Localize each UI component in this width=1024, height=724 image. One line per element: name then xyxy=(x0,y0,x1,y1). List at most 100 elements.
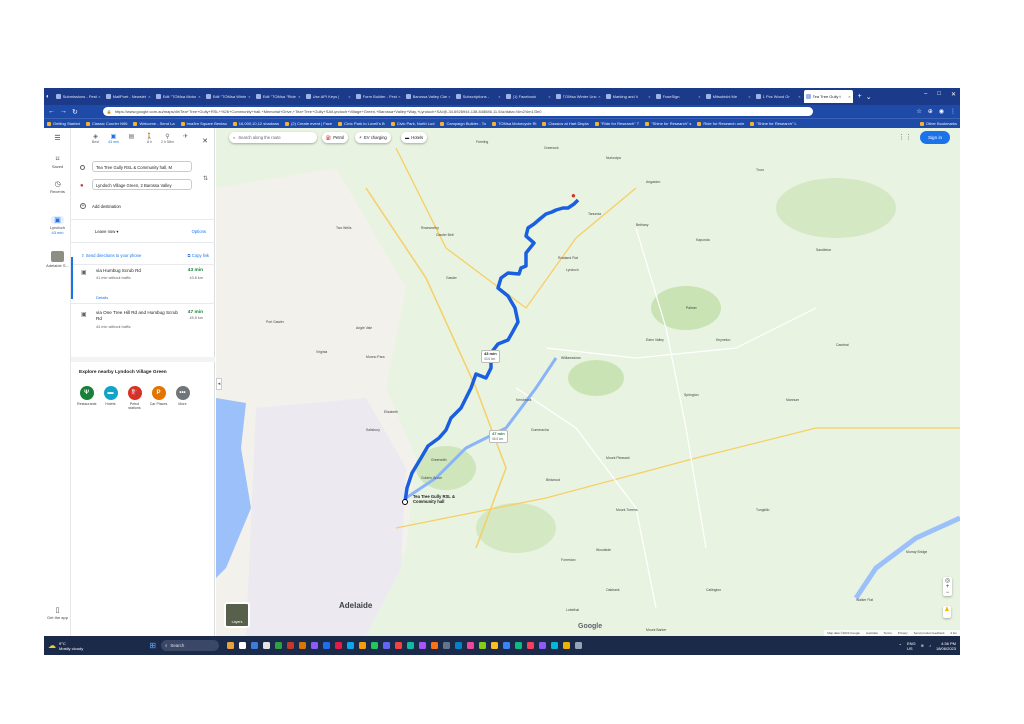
taskbar-app-icon[interactable] xyxy=(238,642,246,649)
chip-petrol[interactable]: ⛽ Petrol xyxy=(322,132,349,143)
close-window-icon[interactable]: ✕ xyxy=(951,91,956,98)
travel-mode[interactable]: ✈ xyxy=(179,133,192,144)
taskbar-app-icon[interactable] xyxy=(574,642,582,649)
browser-tab[interactable]: Use API Keys | × xyxy=(304,90,353,103)
taskbar-app-icon[interactable] xyxy=(358,642,366,649)
alternate-route-bubble[interactable]: 47 min 45.5 km xyxy=(489,430,508,444)
explore-category[interactable]: ••• More xyxy=(173,386,192,411)
bookmark-item[interactable]: TOMsa Motorcycle Ri xyxy=(492,121,536,126)
tab-close-icon[interactable]: × xyxy=(247,94,250,99)
layers-button[interactable]: Layers xyxy=(224,602,250,628)
tab-close-icon[interactable]: × xyxy=(397,94,400,99)
bookmark-item[interactable]: Civic Park to Lovell's B xyxy=(338,121,385,126)
bookmark-item[interactable]: Welcome - Send La xyxy=(133,121,175,126)
tab-close-icon[interactable]: × xyxy=(297,94,300,99)
taskbar-app-icon[interactable] xyxy=(262,642,270,649)
sign-in-button[interactable]: Sign in xyxy=(920,131,950,144)
travel-mode[interactable]: ▣ 43 min xyxy=(107,133,120,144)
tab-close-icon[interactable]: × xyxy=(647,94,650,99)
menu-icon[interactable]: ⋮ xyxy=(950,108,956,115)
wifi-icon[interactable]: ≋ xyxy=(921,643,924,648)
rail-recents[interactable]: ◷ Recents xyxy=(44,180,71,194)
bookmark-star-icon[interactable]: ☆ xyxy=(916,108,921,115)
rail-saved[interactable]: ⌑ Saved xyxy=(44,155,71,169)
maximize-icon[interactable]: □ xyxy=(937,91,941,98)
browser-tab[interactable]: Form Builder - Festi × xyxy=(354,90,403,103)
browser-tab[interactable]: Marking and V × xyxy=(604,90,653,103)
explore-category[interactable]: ▬ Hotels xyxy=(101,386,120,411)
explore-category[interactable]: P Car Places xyxy=(149,386,168,411)
rail-recent-trip[interactable]: ▣ Lyndoch 43 min xyxy=(44,216,71,235)
add-destination[interactable]: + Add destination xyxy=(80,203,121,209)
reload-icon[interactable]: ↻ xyxy=(72,108,78,116)
rail-recent-place[interactable]: Adelaide S... xyxy=(44,251,71,268)
taskbar-app-icon[interactable] xyxy=(406,642,414,649)
attribution-item[interactable]: Privacy xyxy=(898,631,908,635)
browser-tab[interactable]: Mitsubishi Me × xyxy=(704,90,753,103)
route-option[interactable]: ▣ via One Tree Hill Rd and Humbug Scrub … xyxy=(81,310,211,350)
taskbar-app-icon[interactable] xyxy=(478,642,486,649)
extensions-icon[interactable]: ⊕ xyxy=(928,108,933,115)
browser-tab[interactable]: TOMsa Winter Unc × xyxy=(554,90,603,103)
taskbar-app-icon[interactable] xyxy=(370,642,378,649)
taskbar-app-icon[interactable] xyxy=(274,642,282,649)
origin-input[interactable]: Tea Tree Gully RSL & Community hall, M xyxy=(92,161,192,172)
route-details-link[interactable]: Details xyxy=(96,295,108,300)
google-apps-icon[interactable]: ⋮⋮ xyxy=(898,133,912,141)
travel-mode[interactable]: ⚲ 2 h 58m xyxy=(161,133,174,144)
chevron-up-icon[interactable]: ⌃ xyxy=(899,643,902,648)
browser-tab[interactable]: Submissions - Festi × xyxy=(54,90,103,103)
taskbar-app-icon[interactable] xyxy=(382,642,390,649)
bookmark-item[interactable]: Classics at Hart Displa xyxy=(542,121,589,126)
chip-ev-charging[interactable]: ⚡ EV charging xyxy=(355,132,391,143)
options-button[interactable]: Options xyxy=(192,229,206,234)
taskbar-app-icon[interactable] xyxy=(550,642,558,649)
attribution-item[interactable]: Send product feedback xyxy=(914,631,945,635)
tab-list-icon[interactable]: ⌄ xyxy=(866,93,872,101)
bookmark-item[interactable]: "Ride for Research" T xyxy=(594,121,639,126)
attribution-item[interactable]: Terms xyxy=(884,631,892,635)
forward-icon[interactable]: → xyxy=(60,108,67,115)
travel-mode[interactable]: ▤ xyxy=(125,133,138,144)
weather-widget[interactable]: ☁ 9°C Mostly cloudy xyxy=(48,641,83,651)
taskbar-app-icon[interactable] xyxy=(538,642,546,649)
tab-close-icon[interactable]: × xyxy=(497,94,500,99)
taskbar-app-icon[interactable] xyxy=(466,642,474,649)
browser-tab[interactable]: 1 Pcs Wood Gr × xyxy=(754,90,803,103)
windows-start-icon[interactable]: ⊞ xyxy=(149,641,156,650)
taskbar-app-icon[interactable] xyxy=(286,642,294,649)
browser-tab[interactable]: (1) Facebook × xyxy=(504,90,553,103)
bookmark-item[interactable]: Classic Courier N96 xyxy=(85,121,127,126)
close-directions-icon[interactable]: ✕ xyxy=(202,137,208,145)
travel-mode[interactable]: ◈ Best xyxy=(89,133,102,144)
browser-tab[interactable]: Edit "TOMsa "Ride × xyxy=(254,90,303,103)
taskbar-app-icon[interactable] xyxy=(430,642,438,649)
address-bar[interactable]: 🔒 https://www.google.com.au/maps/dir/Tea… xyxy=(102,107,813,116)
bookmark-item[interactable]: "Shine for Research" L xyxy=(750,121,797,126)
route-time-bubble[interactable]: 43 min 43.6 km xyxy=(481,350,500,364)
tab-close-icon[interactable]: × xyxy=(797,94,800,99)
tab-close-icon[interactable]: × xyxy=(697,94,700,99)
send-directions-link[interactable]: ⇪ Send directions to your phone xyxy=(81,253,141,258)
explore-category[interactable]: ⛽ Petrol stations xyxy=(125,386,144,411)
taskbar-app-icon[interactable] xyxy=(394,642,402,649)
bookmark-item[interactable]: Ride for Research onle xyxy=(697,121,744,126)
browser-tab[interactable]: MailPoet - Newslet × xyxy=(104,90,153,103)
hamburger-menu[interactable]: ☰ xyxy=(44,134,71,143)
leave-now-dropdown[interactable]: Leave now ▾ xyxy=(95,229,119,234)
taskbar-app-icon[interactable] xyxy=(226,642,234,649)
volume-icon[interactable]: ♪ xyxy=(929,643,931,648)
tab-close-icon[interactable]: × xyxy=(847,94,850,99)
minimize-icon[interactable]: – xyxy=(924,91,927,98)
bookmark-item[interactable]: Civic Park, North Lud xyxy=(390,121,434,126)
my-location-icon[interactable]: ◎ xyxy=(943,577,952,584)
travel-mode[interactable]: 🚶 8 h xyxy=(143,133,156,144)
swap-icon[interactable]: ⇅ xyxy=(203,175,208,182)
taskbar-search[interactable]: ⌕ Search xyxy=(160,640,219,651)
taskbar-app-icon[interactable] xyxy=(346,642,354,649)
tab-actions-icon[interactable]: ◐ xyxy=(46,94,50,100)
taskbar-app-icon[interactable] xyxy=(502,642,510,649)
destination-input[interactable]: Lyndoch Village Green, 2 Barossa Valley xyxy=(92,179,192,190)
collapse-panel-icon[interactable]: ◂ xyxy=(216,378,222,390)
taskbar-app-icon[interactable] xyxy=(442,642,450,649)
